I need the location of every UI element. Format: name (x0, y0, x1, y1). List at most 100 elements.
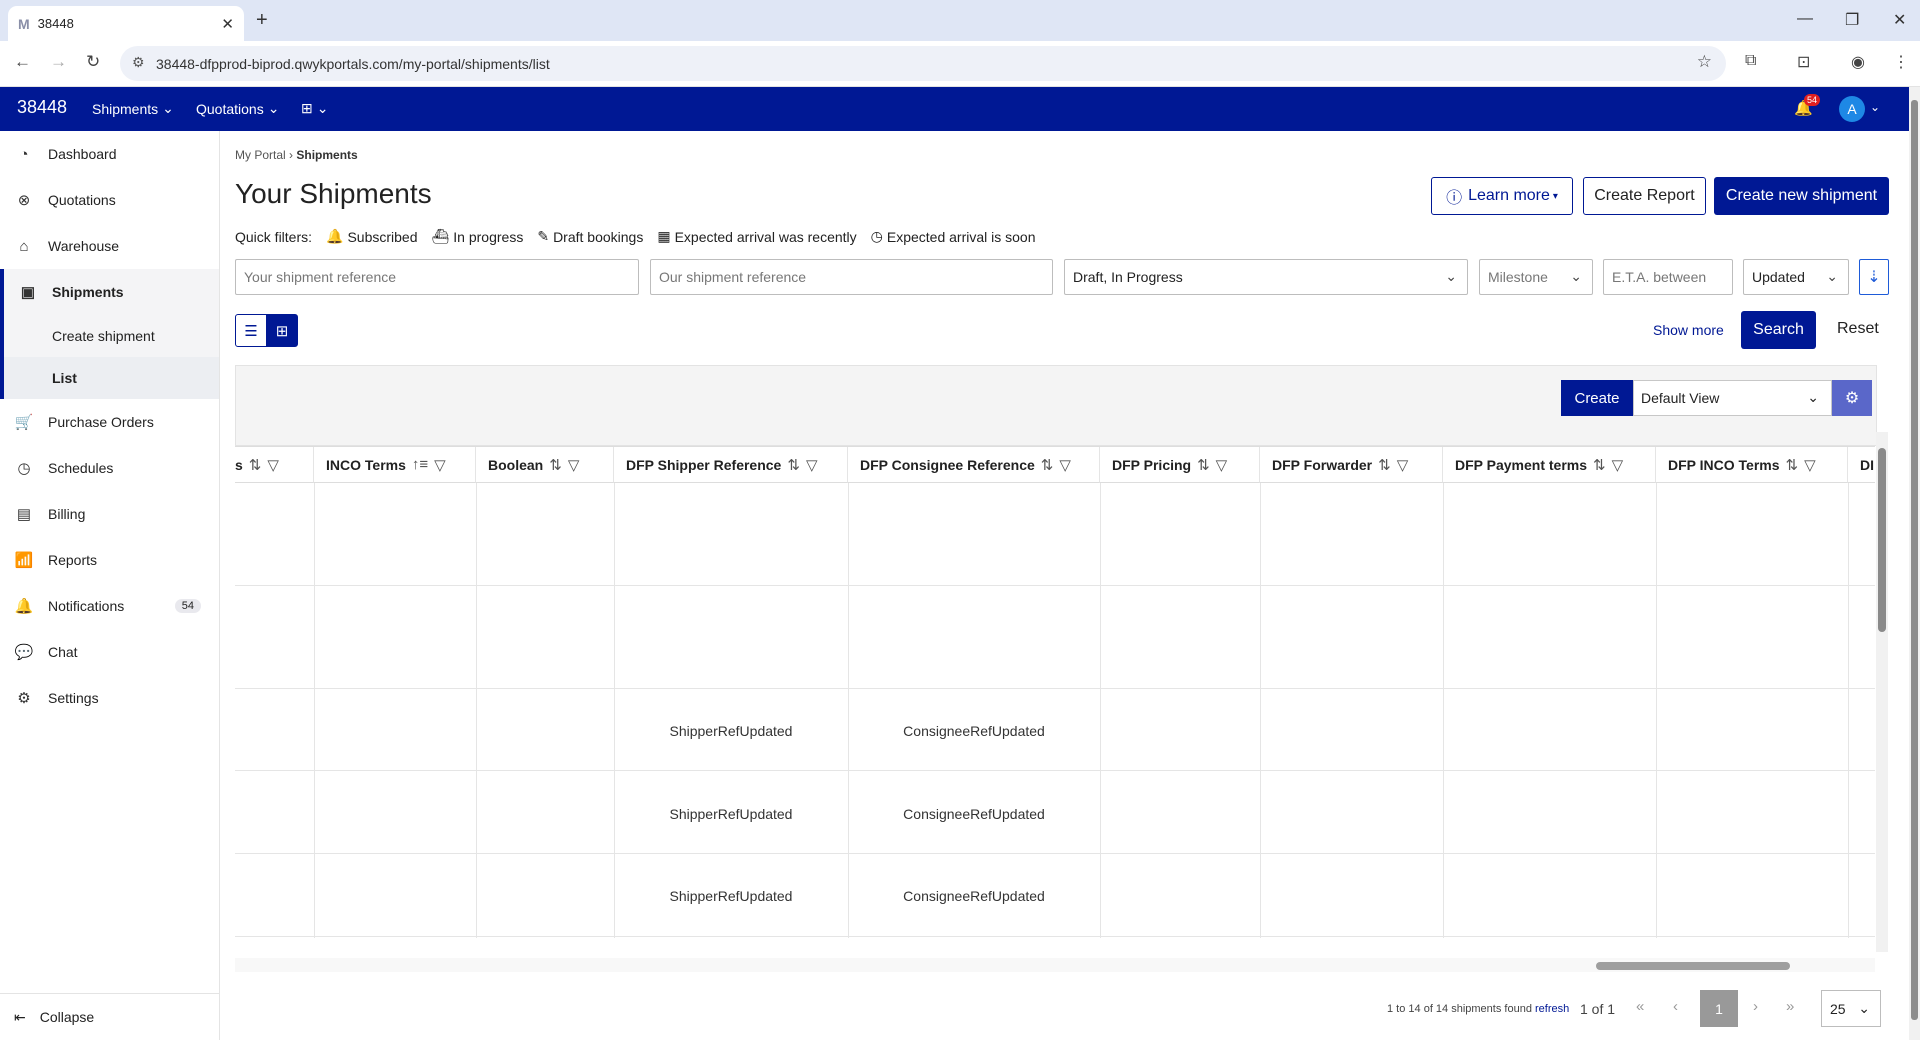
sort-asc-icon[interactable]: ↑≡ (412, 456, 428, 473)
column-header[interactable]: INCO Terms ↑≡ ▽ (314, 447, 476, 483)
refresh-link[interactable]: refresh (1535, 1003, 1569, 1015)
filter-icon[interactable]: ▽ (1059, 456, 1071, 474)
sidebar-item-warehouse[interactable]: ⌂ Warehouse (0, 223, 219, 269)
column-header[interactable]: DI (1848, 447, 1875, 483)
sidebar-item-schedules[interactable]: ◷ Schedules (0, 445, 219, 491)
sort-icon[interactable]: ⇅ (1041, 456, 1054, 474)
column-header[interactable]: DFP Pricing ⇅ ▽ (1100, 447, 1260, 483)
sidebar-item-purchase-orders[interactable]: 🛒 Purchase Orders (0, 399, 219, 445)
address-bar[interactable]: ⚙ 38448-dfpprod-biprod.qwykportals.com/m… (120, 46, 1726, 81)
prev-page-icon[interactable]: ‹ (1673, 998, 1678, 1015)
view-select[interactable]: Default View ⌄ (1633, 380, 1832, 416)
sidebar-item-settings[interactable]: ⚙ Settings (0, 675, 219, 721)
sort-icon[interactable]: ⇅ (249, 456, 262, 474)
sort-icon[interactable]: ⇅ (1197, 456, 1210, 474)
quick-filter-subscribed[interactable]: 🔔 Subscribed (326, 228, 417, 245)
forward-icon[interactable]: → (50, 52, 67, 72)
sort-icon[interactable]: ⇅ (787, 456, 800, 474)
grid-vertical-scroll-thumb[interactable] (1878, 448, 1886, 632)
sort-icon[interactable]: ⇅ (1378, 456, 1391, 474)
search-button[interactable]: Search (1741, 311, 1816, 349)
tab-search-icon[interactable]: ⊡ (1797, 52, 1810, 72)
filter-icon[interactable]: ▽ (1397, 456, 1409, 474)
our-shipment-reference-input[interactable]: Our shipment reference (650, 259, 1053, 295)
restore-icon[interactable]: ❐ (1845, 10, 1859, 30)
show-more-link[interactable]: Show more (1653, 322, 1724, 338)
sort-icon[interactable]: ⇅ (549, 456, 562, 474)
filter-icon[interactable]: ▽ (267, 456, 279, 474)
close-tab-icon[interactable]: ✕ (221, 15, 234, 33)
sidebar-subitem-list[interactable]: List (0, 357, 219, 399)
first-page-icon[interactable]: « (1636, 998, 1644, 1015)
nav-plus-menu[interactable]: ⊞ ⌄ (301, 100, 328, 117)
sort-icon[interactable]: ⇅ (1593, 456, 1606, 474)
filter-icon[interactable]: ▽ (568, 456, 580, 474)
sort-field-select[interactable]: Updated ⌄ (1743, 259, 1849, 295)
sidebar-item-dashboard[interactable]: ◔ Dashboard (0, 131, 219, 177)
sidebar-item-shipments[interactable]: ▣ Shipments (0, 269, 219, 315)
column-header[interactable]: DFP Consignee Reference ⇅ ▽ (848, 447, 1100, 483)
next-page-icon[interactable]: › (1753, 998, 1758, 1015)
learn-more-button[interactable]: ⓘ Learn more ▾ (1431, 177, 1573, 215)
quick-filter-arrival-recent[interactable]: ▦ Expected arrival was recently (657, 228, 856, 245)
column-header[interactable]: DFP INCO Terms ⇅ ▽ (1656, 447, 1848, 483)
table-cell-shipper-ref: ShipperRefUpdated (669, 806, 793, 822)
page-size-select[interactable]: 25 ⌄ (1821, 990, 1881, 1027)
column-header[interactable]: DFP Forwarder ⇅ ▽ (1260, 447, 1443, 483)
minimize-icon[interactable]: — (1797, 10, 1813, 28)
site-info-icon[interactable]: ⚙ (132, 54, 145, 71)
filter-icon[interactable]: ▽ (1612, 456, 1624, 474)
quick-filter-arrival-soon[interactable]: ◷ Expected arrival is soon (871, 228, 1036, 245)
sidebar-item-reports[interactable]: 📶 Reports (0, 537, 219, 583)
reset-button[interactable]: Reset (1837, 320, 1879, 338)
bell-icon[interactable]: 🔔 54 (1794, 94, 1821, 117)
last-page-icon[interactable]: » (1786, 998, 1794, 1015)
new-tab-icon[interactable]: + (256, 9, 268, 32)
create-report-button[interactable]: Create Report (1583, 177, 1706, 215)
brand-label[interactable]: 38448 (17, 97, 67, 118)
sidebar-item-notifications[interactable]: 🔔 Notifications 54 (0, 583, 219, 629)
column-header[interactable]: Boolean ⇅ ▽ (476, 447, 614, 483)
collapse-sidebar-button[interactable]: ⇤ Collapse (0, 993, 219, 1040)
grid-settings-button[interactable]: ⚙ (1832, 380, 1872, 416)
sidebar-item-quotations[interactable]: ⊗ Quotations (0, 177, 219, 223)
avatar[interactable]: A (1839, 96, 1865, 122)
nav-shipments[interactable]: Shipments ⌄ (92, 100, 174, 117)
your-shipment-reference-input[interactable]: Your shipment reference (235, 259, 639, 295)
filter-icon[interactable]: ▽ (434, 456, 446, 474)
filter-icon[interactable]: ▽ (1216, 456, 1228, 474)
create-view-button[interactable]: Create (1561, 380, 1633, 416)
create-new-shipment-button[interactable]: Create new shipment (1714, 177, 1889, 215)
milestone-select[interactable]: Milestone ⌄ (1479, 259, 1593, 295)
profile-icon[interactable]: ◉ (1851, 52, 1865, 72)
close-window-icon[interactable]: ✕ (1893, 10, 1906, 30)
sidebar-item-billing[interactable]: ▤ Billing (0, 491, 219, 537)
back-icon[interactable]: ← (14, 52, 31, 72)
grid-view-toggle[interactable]: ⊞ (266, 314, 298, 347)
browser-tab[interactable]: M 38448 ✕ (8, 6, 244, 41)
list-view-toggle[interactable]: ☰ (235, 314, 267, 347)
quick-filter-draft-bookings[interactable]: ✎ Draft bookings (537, 228, 643, 245)
reload-icon[interactable]: ↻ (86, 52, 100, 72)
breadcrumb-root[interactable]: My Portal (235, 148, 286, 162)
filter-icon[interactable]: ▽ (1804, 456, 1816, 474)
browser-menu-icon[interactable]: ⋮ (1893, 52, 1909, 72)
grid-horizontal-scroll-thumb[interactable] (1596, 962, 1790, 970)
current-page-button[interactable]: 1 (1700, 990, 1738, 1027)
chevron-down-icon[interactable]: ⌄ (1870, 100, 1880, 114)
status-select[interactable]: Draft, In Progress ⌄ (1064, 259, 1468, 295)
nav-quotations[interactable]: Quotations ⌄ (196, 100, 279, 117)
quick-filter-in-progress[interactable]: ⛴ In progress (432, 228, 524, 245)
sort-icon[interactable]: ⇅ (1786, 456, 1799, 474)
page-scroll-thumb[interactable] (1911, 100, 1918, 1020)
column-header[interactable]: s ⇅ ▽ (235, 447, 314, 483)
filter-icon[interactable]: ▽ (806, 456, 818, 474)
bookmark-star-icon[interactable]: ☆ (1697, 52, 1712, 72)
extensions-icon[interactable]: ⧉ (1745, 52, 1756, 70)
sort-direction-button[interactable]: ⇣ (1859, 259, 1889, 295)
column-header[interactable]: DFP Payment terms ⇅ ▽ (1443, 447, 1656, 483)
sidebar-item-chat[interactable]: 💬 Chat (0, 629, 219, 675)
eta-between-input[interactable]: E.T.A. between (1603, 259, 1733, 295)
column-header[interactable]: DFP Shipper Reference ⇅ ▽ (614, 447, 848, 483)
sidebar-subitem-create-shipment[interactable]: Create shipment (0, 315, 219, 357)
